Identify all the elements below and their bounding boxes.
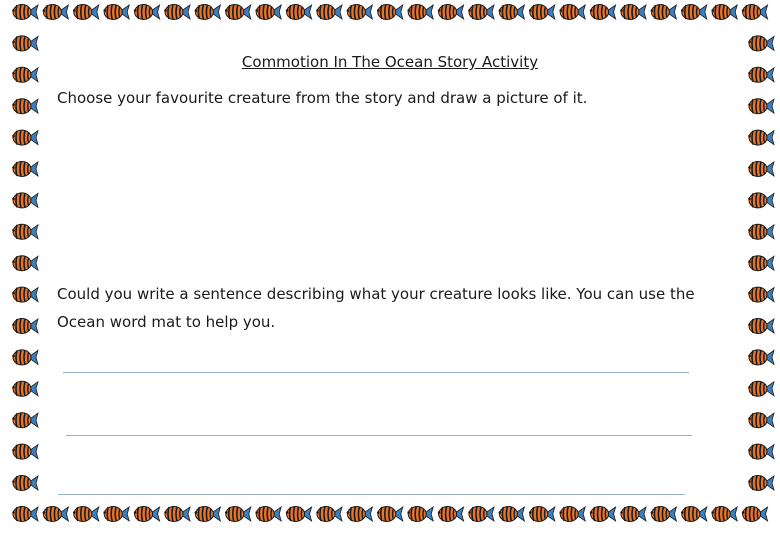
fish-icon xyxy=(558,3,587,21)
fish-icon xyxy=(467,505,495,523)
fish-icon xyxy=(588,505,617,523)
fish-icon xyxy=(72,505,100,523)
fish-icon xyxy=(11,505,39,523)
writing-line[interactable] xyxy=(63,372,689,373)
fish-icon xyxy=(285,3,313,21)
fish-icon xyxy=(102,3,130,21)
fish-icon xyxy=(740,505,769,523)
writing-line[interactable] xyxy=(66,435,692,436)
fish-icon xyxy=(747,443,775,460)
fish-icon xyxy=(376,505,404,523)
draw-prompt: Choose your favourite creature from the … xyxy=(57,89,588,107)
fish-icon xyxy=(649,505,678,523)
fish-icon xyxy=(11,380,39,398)
fish-icon xyxy=(558,505,587,523)
fish-icon xyxy=(224,505,252,523)
writing-line[interactable] xyxy=(58,494,685,495)
fish-icon xyxy=(680,505,708,523)
fish-icon xyxy=(102,505,130,523)
fish-icon xyxy=(747,35,775,52)
worksheet-page: Commotion In The Ocean Story Activity Ch… xyxy=(0,0,780,534)
fish-icon xyxy=(528,505,556,523)
fish-icon xyxy=(315,505,343,523)
fish-icon xyxy=(710,505,739,523)
fish-icon xyxy=(163,3,191,21)
fish-icon xyxy=(497,505,526,523)
fish-icon xyxy=(11,443,39,460)
fish-icon xyxy=(619,3,647,21)
fish-icon xyxy=(345,505,374,523)
fish-icon xyxy=(11,129,39,146)
page-title: Commotion In The Ocean Story Activity xyxy=(241,53,539,71)
fish-icon xyxy=(747,254,775,272)
fish-icon xyxy=(747,223,775,241)
fish-icon xyxy=(11,160,39,178)
fish-border xyxy=(11,3,775,523)
write-prompt-line-1: Could you write a sentence describing wh… xyxy=(57,285,695,303)
fish-icon xyxy=(619,505,647,523)
fish-icon xyxy=(11,411,39,429)
fish-icon xyxy=(224,3,252,21)
fish-icon xyxy=(528,3,556,21)
fish-icon xyxy=(315,3,343,21)
fish-icon xyxy=(588,3,617,21)
fish-icon xyxy=(11,192,39,209)
fish-icon xyxy=(163,505,191,523)
fish-icon xyxy=(11,35,39,52)
fish-icon xyxy=(254,3,283,21)
fish-icon xyxy=(467,3,495,21)
fish-icon xyxy=(11,3,39,21)
fish-icon xyxy=(747,380,775,398)
fish-icon xyxy=(747,411,775,429)
fish-icon xyxy=(747,129,775,146)
fish-icon xyxy=(11,317,39,335)
fish-icon xyxy=(649,3,678,21)
fish-icon xyxy=(254,505,283,523)
fish-icon xyxy=(11,286,39,303)
fish-icon xyxy=(437,3,465,21)
fish-icon xyxy=(11,97,39,115)
fish-icon xyxy=(11,223,39,241)
fish-icon xyxy=(710,3,739,21)
fish-icon xyxy=(376,3,404,21)
fish-icon xyxy=(406,3,435,21)
fish-icon xyxy=(41,3,70,21)
fish-icon xyxy=(747,286,775,303)
fish-icon xyxy=(133,3,161,21)
fish-icon xyxy=(747,192,775,209)
fish-icon xyxy=(11,254,39,272)
fish-icon xyxy=(740,3,769,21)
fish-icon xyxy=(747,474,775,492)
fish-icon xyxy=(193,3,222,21)
fish-icon xyxy=(747,160,775,178)
fish-icon xyxy=(747,97,775,115)
fish-icon xyxy=(437,505,465,523)
fish-icon xyxy=(497,3,526,21)
fish-icon xyxy=(41,505,70,523)
fish-icon xyxy=(747,317,775,335)
fish-icon xyxy=(345,3,374,21)
fish-icon xyxy=(285,505,313,523)
fish-icon xyxy=(11,349,39,366)
write-prompt-line-2: Ocean word mat to help you. xyxy=(57,313,276,331)
fish-icon xyxy=(747,349,775,366)
fish-icon xyxy=(406,505,435,523)
fish-icon xyxy=(72,3,100,21)
fish-icon xyxy=(133,505,161,523)
fish-icon xyxy=(193,505,222,523)
fish-icon xyxy=(11,474,39,492)
fish-icon xyxy=(680,3,708,21)
